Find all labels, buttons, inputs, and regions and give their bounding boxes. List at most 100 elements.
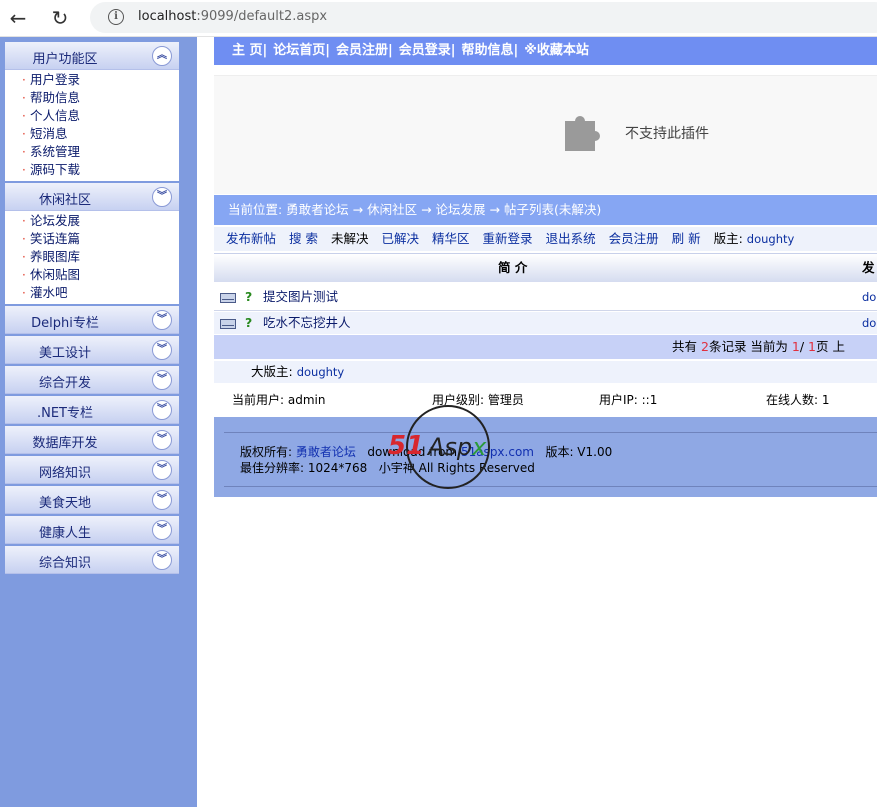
toolbar-link[interactable]: 精华区	[432, 231, 470, 246]
back-arrow-icon[interactable]: ←	[6, 6, 30, 30]
sidebar-panel-header[interactable]: 美食天地 ︾	[5, 486, 179, 514]
sidebar-panel: 用户功能区 ︽ · 用户登录 · 帮助信息 · 个人信息 · 短消息 · 系统管理 · 源码下载	[5, 42, 179, 181]
expand-chevron-icon[interactable]: ︾	[152, 340, 172, 360]
post-title-link[interactable]: 吃水不忘挖井人	[263, 312, 351, 334]
collapse-chevron-icon[interactable]: ︾	[152, 187, 172, 207]
toolbar-link[interactable]: 未解决	[331, 231, 369, 246]
51aspx-logo: 51 Aspx	[386, 403, 516, 493]
version-text: 版本: V1.00	[545, 445, 613, 459]
pagination: 共有 2条记录 当前为 1/ 1页 上	[214, 335, 877, 359]
sidebar-item-label: 系统管理	[30, 144, 81, 159]
sidebar-panel-header[interactable]: 休闲社区 ︾	[5, 183, 179, 211]
sidebar-panel-title: .NET专栏	[36, 406, 93, 421]
toolbar-link[interactable]: 退出系统	[546, 231, 596, 246]
sidebar-item[interactable]: · 帮助信息	[5, 89, 179, 107]
sidebar-panel-header[interactable]: 综合知识 ︾	[5, 546, 179, 574]
sidebar-item[interactable]: · 休闲贴图	[5, 266, 179, 284]
sidebar-item[interactable]: · 源码下载	[5, 161, 179, 179]
sidebar-item[interactable]: · 论坛发展	[5, 212, 179, 230]
table-row[interactable]: ? 提交图片测试 do	[214, 286, 877, 308]
toolbar-link[interactable]: 发布新帖	[226, 231, 276, 246]
sidebar-panel-title: 健康人生	[38, 526, 91, 541]
pager-text: 条记录 当前为	[708, 339, 792, 354]
expand-chevron-icon[interactable]: ︾	[152, 460, 172, 480]
sidebar-panel-header[interactable]: 综合开发 ︾	[5, 366, 179, 394]
moderator-label: 版主:	[713, 231, 743, 246]
pager-text: 共有	[672, 339, 701, 354]
expand-chevron-icon[interactable]: ︾	[152, 310, 172, 330]
sidebar-panel-title: 网络知识	[38, 466, 91, 481]
sidebar: 用户功能区 ︽ · 用户登录 · 帮助信息 · 个人信息 · 短消息 · 系统管理 · 源码下载 休闲社区 ︾…	[0, 37, 197, 807]
sidebar-panel-body: · 用户登录 · 帮助信息 · 个人信息 · 短消息 · 系统管理 · 源码下载	[5, 70, 179, 181]
toolbar-link[interactable]: 重新登录	[483, 231, 533, 246]
toolbar-link[interactable]: 搜 索	[289, 231, 318, 246]
toolbar-link[interactable]: 已解决	[382, 231, 420, 246]
sidebar-panel: .NET专栏 ︾	[5, 396, 179, 424]
envelope-icon	[220, 293, 236, 303]
expand-chevron-icon[interactable]: ︾	[152, 400, 172, 420]
sidebar-panel: 健康人生 ︾	[5, 516, 179, 544]
top-nav-link[interactable]: ※收藏本站	[524, 43, 589, 58]
url-text[interactable]: localhost:9099/default2.aspx	[138, 9, 327, 24]
question-icon: ?	[245, 315, 253, 330]
envelope-icon	[220, 319, 236, 329]
footer-divider	[224, 432, 877, 433]
sidebar-item[interactable]: · 系统管理	[5, 143, 179, 161]
site-info-icon[interactable]: i	[108, 9, 124, 25]
chief-moderator-name[interactable]: doughty	[297, 365, 345, 379]
bullet-icon: ·	[22, 91, 26, 105]
logo-51: 51	[388, 431, 425, 461]
post-title-link[interactable]: 提交图片测试	[263, 286, 338, 308]
logo-aspx: Aspx	[428, 433, 486, 461]
sidebar-panel-header[interactable]: 网络知识 ︾	[5, 456, 179, 484]
top-nav-link[interactable]: 会员注册|	[336, 43, 393, 58]
toolbar-link[interactable]: 刷 新	[672, 231, 701, 246]
top-nav-link[interactable]: 会员登录|	[399, 43, 456, 58]
sidebar-item[interactable]: · 用户登录	[5, 71, 179, 89]
copyright-label: 版权所有:	[240, 445, 293, 459]
sidebar-panel: 美食天地 ︾	[5, 486, 179, 514]
sidebar-panel-header[interactable]: 数据库开发 ︾	[5, 426, 179, 454]
sidebar-item[interactable]: · 灌水吧	[5, 284, 179, 302]
sidebar-item-label: 源码下载	[30, 162, 81, 177]
bullet-icon: ·	[22, 214, 26, 228]
sidebar-item[interactable]: · 个人信息	[5, 107, 179, 125]
sidebar-panel-header[interactable]: .NET专栏 ︾	[5, 396, 179, 424]
top-nav-link[interactable]: 帮助信息|	[462, 43, 519, 58]
post-author-link[interactable]: do	[862, 312, 876, 334]
bullet-icon: ·	[22, 109, 26, 123]
sidebar-panel-header[interactable]: 用户功能区 ︽	[5, 42, 179, 70]
column-header-summary: 简 介	[498, 260, 528, 275]
top-nav-link[interactable]: 论坛首页|	[273, 43, 330, 58]
puzzle-piece-icon	[565, 116, 600, 151]
sidebar-panel-header[interactable]: Delphi专栏 ︾	[5, 306, 179, 334]
sidebar-panel: 休闲社区 ︾ · 论坛发展 · 笑话连篇 · 养眼图库 · 休闲贴图 · 灌水吧	[5, 183, 179, 304]
pager-prev[interactable]: 页 上	[816, 339, 845, 354]
sidebar-item[interactable]: · 短消息	[5, 125, 179, 143]
user-status-bar: 当前用户: admin 用户级别: 管理员 用户IP: ::1 在线人数: 1	[214, 387, 877, 413]
expand-chevron-icon[interactable]: ︾	[152, 520, 172, 540]
bullet-icon: ·	[22, 127, 26, 141]
expand-chevron-icon[interactable]: ︾	[152, 430, 172, 450]
moderator-name[interactable]: doughty	[747, 232, 795, 246]
expand-chevron-icon[interactable]: ︾	[152, 550, 172, 570]
sidebar-panel: 综合开发 ︾	[5, 366, 179, 394]
sidebar-item[interactable]: · 养眼图库	[5, 248, 179, 266]
sidebar-panel-header[interactable]: 健康人生 ︾	[5, 516, 179, 544]
sidebar-item-label: 灌水吧	[30, 285, 68, 300]
expand-chevron-icon[interactable]: ︾	[152, 370, 172, 390]
bullet-icon: ·	[22, 145, 26, 159]
expand-chevron-icon[interactable]: ︾	[152, 490, 172, 510]
top-navigation: 主 页| 论坛首页| 会员注册| 会员登录| 帮助信息| ※收藏本站	[214, 37, 877, 65]
sidebar-item[interactable]: · 笑话连篇	[5, 230, 179, 248]
collapse-chevron-icon[interactable]: ︽	[152, 46, 172, 66]
toolbar-link[interactable]: 会员注册	[609, 231, 659, 246]
total-pages: 1	[808, 339, 816, 354]
sidebar-panel: Delphi专栏 ︾	[5, 306, 179, 334]
reload-icon[interactable]: ↻	[48, 6, 72, 30]
top-nav-link[interactable]: 主 页|	[232, 43, 267, 58]
table-row[interactable]: ? 吃水不忘挖井人 do	[214, 312, 877, 334]
post-author-link[interactable]: do	[862, 286, 876, 308]
site-link[interactable]: 勇敢者论坛	[296, 445, 356, 459]
sidebar-panel-header[interactable]: 美工设计 ︾	[5, 336, 179, 364]
